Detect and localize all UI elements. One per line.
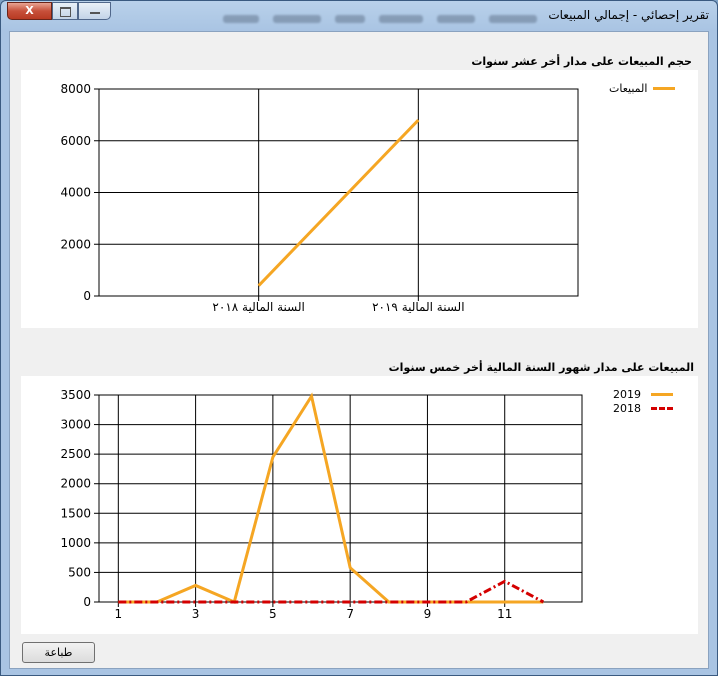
chart1-series-line: [257, 119, 420, 287]
chart1-y-tick-label: 4000: [60, 186, 91, 200]
chart2-legend-swatch-2019: [651, 393, 673, 396]
window-title: تقرير إحصائي - إجمالي المبيعات: [548, 8, 709, 22]
chart2-y-tick-label: 1000: [60, 536, 91, 550]
chart2-y-tick-label: 3000: [60, 418, 91, 432]
background-menu-blur: [223, 12, 553, 26]
chart2-x-tick-label: 7: [346, 607, 354, 621]
chart2-legend-label-2019: 2019: [613, 388, 641, 401]
minimize-button[interactable]: [78, 2, 111, 20]
chart1-y-tick-label: 8000: [60, 82, 91, 96]
chart1-title: حجم المبيعات على مدار أخر عشر سنوات: [471, 55, 692, 68]
chart2-legend-2018: 2018: [613, 402, 673, 415]
chart2-y-tick-label: 2000: [60, 477, 91, 491]
chart2-y-tick-label: 0: [83, 595, 91, 609]
title-bar[interactable]: X تقرير إحصائي - إجمالي المبيعات: [1, 1, 717, 31]
chart2-panel: 0 500 1000 1500 2000 2500 3000 3500 1 3 5 7 9 11 2019…: [21, 376, 698, 634]
chart1-legend-label: المبيعات: [609, 82, 648, 95]
chart1-legend-swatch: [653, 87, 676, 90]
chart1-svg: 0 2000 4000 6000 8000 السنة المالية ٢٠١٨ السنة…: [60, 82, 579, 314]
chart2-plot-area: [98, 394, 583, 603]
print-button[interactable]: طباعة: [22, 642, 95, 663]
chart1-y-tick-label: 6000: [60, 134, 91, 148]
chart1-panel: 0 2000 4000 6000 8000 السنة المالية ٢٠١٨ السنة…: [21, 70, 698, 328]
chart2-series-line-2019: [118, 392, 544, 605]
chart2-svg: 0 500 1000 1500 2000 2500 3000 3500 1 3 5 7 9 11: [60, 388, 583, 621]
maximize-button[interactable]: [52, 2, 78, 20]
chart1-x-tick-label: السنة المالية ٢٠١٨: [212, 300, 304, 314]
maximize-icon: [59, 7, 71, 17]
chart1-y-tick-label: 2000: [60, 237, 91, 251]
chart2-legend-label-2018: 2018: [613, 402, 641, 415]
chart2-legend-swatch-2018: [651, 407, 673, 410]
chart2-x-tick-label: 11: [497, 607, 512, 621]
chart2-y-tick-label: 3500: [60, 388, 91, 402]
close-button[interactable]: X: [7, 2, 52, 20]
minimize-icon: [89, 12, 100, 14]
chart1-legend: المبيعات: [609, 82, 676, 95]
chart2-x-tick-label: 3: [192, 607, 200, 621]
client-area: حجم المبيعات على مدار أخر عشر سنوات 0 200…: [9, 31, 709, 669]
chart1-y-tick-label: 0: [83, 289, 91, 303]
chart2-x-tick-label: 1: [114, 607, 122, 621]
chart2-y-tick-label: 500: [68, 565, 91, 579]
chart2-title: المبيعات على مدار شهور السنة المالية أخر…: [388, 361, 694, 374]
chart2-y-tick-label: 1500: [60, 506, 91, 520]
chart2-x-tick-label: 9: [424, 607, 432, 621]
report-window: X تقرير إحصائي - إجمالي المبيعات حجم الم…: [0, 0, 718, 676]
chart2-x-tick-label: 5: [269, 607, 277, 621]
chart1-x-tick-label: السنة المالية ٢٠١٩: [372, 300, 464, 314]
chart2-legend-2019: 2019: [613, 388, 673, 401]
chart2-y-tick-label: 2500: [60, 447, 91, 461]
